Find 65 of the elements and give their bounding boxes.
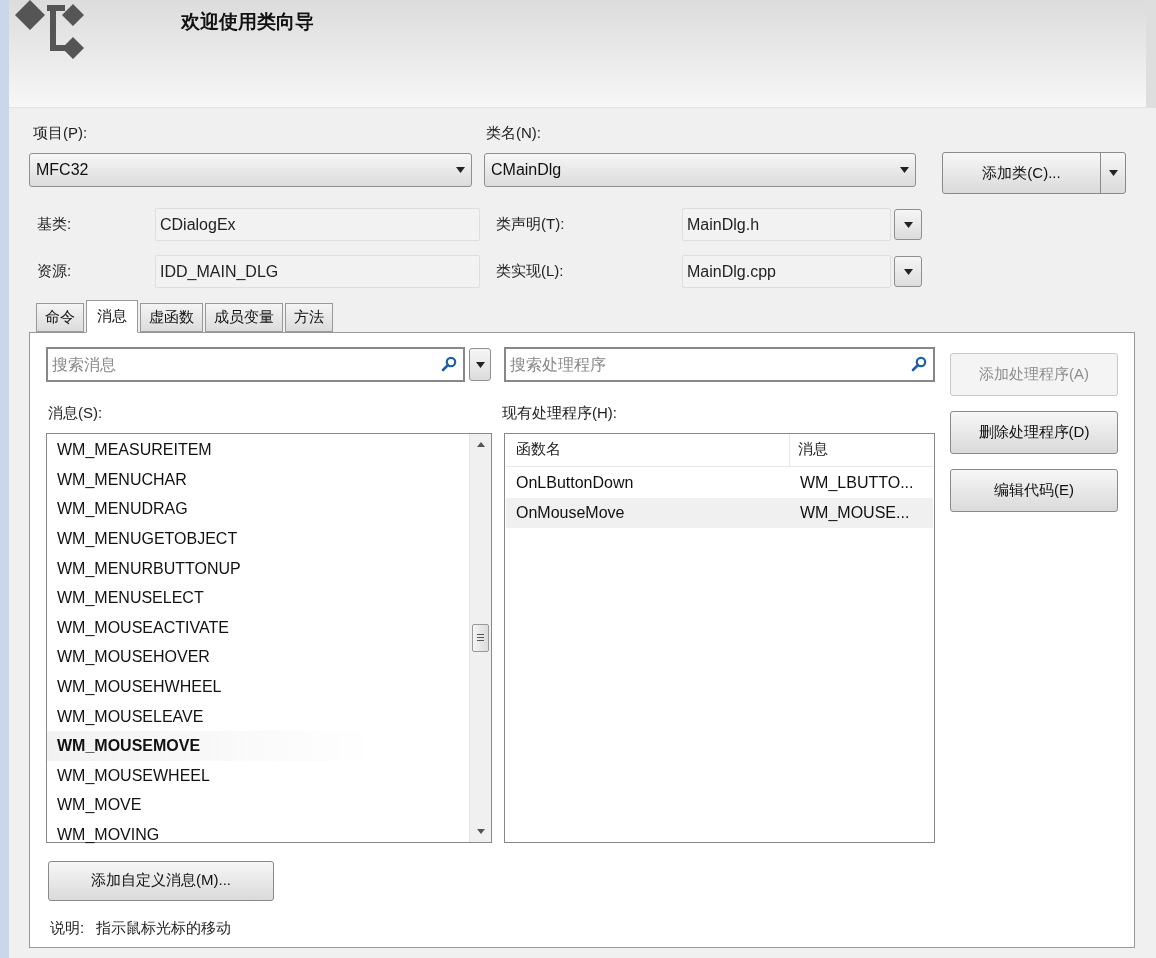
dropdown-arrow-icon (1108, 170, 1118, 176)
search-icon (911, 356, 927, 372)
dropdown-button[interactable] (894, 209, 922, 240)
list-label: 现有处理程序(H): (502, 403, 618, 423)
message-item[interactable]: WM_MENUSELECT (47, 583, 469, 614)
search-field[interactable]: 搜索处理程序 (504, 347, 935, 382)
column-header[interactable]: 消息 (790, 433, 933, 466)
scrollbar-thumb[interactable] (472, 623, 489, 652)
dropdown-button[interactable] (469, 348, 491, 381)
dropdown-field[interactable]: MFC32 (29, 152, 472, 187)
message-item[interactable]: WM_MENURBUTTONUP (47, 553, 469, 584)
add-custom-message-button[interactable]: 添加自定义消息(M)... (48, 860, 274, 901)
message-item[interactable]: WM_MOUSEACTIVATE (47, 613, 469, 643)
message-item[interactable]: WM_MEASUREITEM (47, 435, 469, 466)
field-label: 类声明(T): (496, 214, 566, 235)
action-button[interactable]: 删除处理程序(D) (950, 411, 1118, 454)
table-cell-text: WM_LBUTTO... (799, 473, 915, 494)
tab[interactable]: 虚函数 (140, 303, 203, 332)
search-icon (441, 356, 457, 372)
handler-row[interactable]: OnMouseMove WM_MOUSE... (506, 498, 933, 528)
dropdown-arrow-icon (475, 361, 485, 368)
dropdown-arrow-icon (903, 221, 913, 228)
message-item[interactable]: WM_MENUCHAR (47, 465, 469, 495)
message-item[interactable]: WM_MENUDRAG (47, 494, 469, 525)
dropdown-arrow-icon (900, 166, 909, 173)
field-label: 项目(P): (33, 123, 89, 143)
add-class-label[interactable]: 添加类(C)... (943, 153, 1101, 193)
description-text: 指示鼠标光标的移动 (96, 917, 232, 938)
dropdown-field[interactable]: CMainDlg (484, 152, 916, 187)
search-field[interactable]: 搜索消息 (46, 347, 465, 382)
message-item[interactable]: WM_MOUSELEAVE (47, 701, 469, 732)
table-cell-text: OnLButtonDown (515, 473, 635, 494)
tab[interactable]: 成员变量 (205, 303, 283, 332)
table-cell-text: OnMouseMove (515, 502, 626, 523)
tab[interactable]: 消息 (86, 300, 138, 333)
message-item[interactable]: WM_MOUSEHOVER (47, 642, 469, 673)
scroll-down-icon[interactable] (476, 828, 485, 834)
header-title: 欢迎使用类向导 (181, 10, 314, 34)
column-header[interactable]: 函数名 (506, 433, 790, 466)
read-only-field: CDialogEx (155, 208, 480, 241)
read-only-field: MainDlg.cpp (682, 255, 891, 288)
field-label: 类名(N): (486, 123, 542, 143)
tab[interactable]: 方法 (285, 303, 333, 332)
message-item[interactable]: WM_MOVE (47, 790, 469, 821)
tab[interactable]: 命令 (36, 303, 84, 332)
message-item[interactable]: WM_MOUSEWHEEL (47, 761, 469, 791)
description-label: 说明: (50, 917, 85, 938)
scroll-up-icon[interactable] (476, 441, 485, 447)
read-only-field: IDD_MAIN_DLG (155, 255, 480, 288)
field-label: 基类: (37, 214, 73, 235)
action-button[interactable]: 编辑代码(E) (950, 469, 1118, 512)
message-item[interactable]: WM_MOVING (47, 820, 469, 850)
handler-row[interactable]: OnLButtonDown WM_LBUTTO... (506, 468, 933, 498)
read-only-field: MainDlg.h (682, 208, 891, 241)
split-button[interactable]: 添加类(C)... (942, 152, 1126, 194)
dropdown-button[interactable] (894, 256, 922, 287)
scrollbar[interactable] (469, 433, 491, 842)
field-label: 资源: (37, 261, 73, 282)
table-cell-text: WM_MOUSE... (799, 502, 911, 523)
message-item[interactable]: WM_MOUSEHWHEEL (47, 672, 469, 702)
dropdown-arrow-icon (903, 268, 913, 275)
field-label: 类实现(L): (496, 261, 565, 282)
list-label: 消息(S): (48, 403, 104, 423)
message-item[interactable]: WM_MENUGETOBJECT (47, 524, 469, 554)
dropdown-arrow-icon (456, 166, 465, 173)
